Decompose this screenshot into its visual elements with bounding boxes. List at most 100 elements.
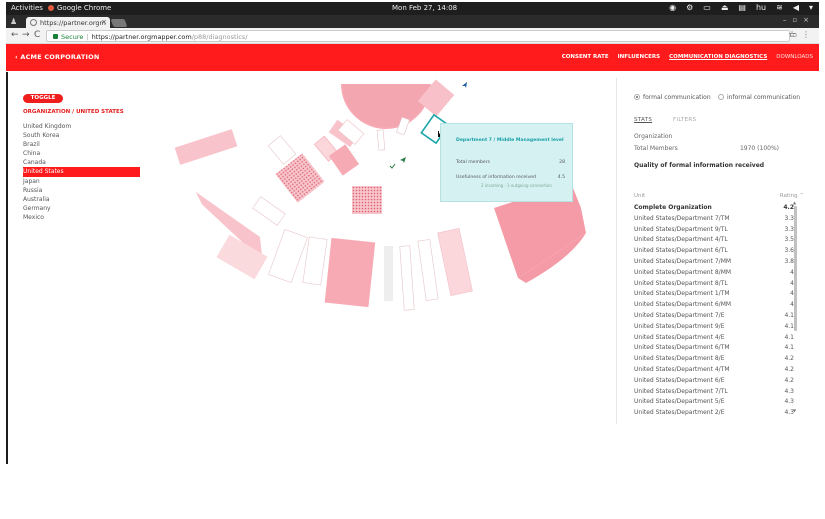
segment[interactable] xyxy=(417,239,439,301)
tab-filters[interactable]: FILTERS xyxy=(673,117,696,123)
left-panel: TOGGLE ORGANIZATION / UNITED STATES Unit… xyxy=(23,84,153,222)
table-row[interactable]: United States/Department 4/TM 4.2 xyxy=(634,365,796,376)
country-item[interactable]: Brazil xyxy=(23,140,153,149)
profile-icon[interactable]: ♟ xyxy=(10,17,17,26)
col-rating[interactable]: Rating ⌃ xyxy=(780,193,804,199)
table-row[interactable]: United States/Department 8/TL 4 xyxy=(634,279,796,290)
tooltip-label: Usefulness of information received xyxy=(456,175,536,180)
table-row[interactable]: United States/Department 8/MM 4 xyxy=(634,268,796,279)
browser-tab[interactable]: https://partner.orgm × xyxy=(26,17,110,28)
activities-button[interactable]: Activities xyxy=(11,4,43,12)
country-item[interactable]: Russia xyxy=(23,186,153,195)
browser-menu-icons[interactable]: ▭⋮ xyxy=(789,30,815,39)
table-row[interactable]: Complete Organization 4.2 xyxy=(634,203,796,214)
table-row[interactable]: United States/Department 4/E 4.1 xyxy=(634,333,796,344)
segment[interactable] xyxy=(352,186,382,214)
unit-cell: United States/Department 6/MM xyxy=(634,301,732,309)
country-item[interactable]: United Kingdom xyxy=(23,122,153,131)
organization-label: Organization xyxy=(634,133,673,140)
url-path: /p88/diagnostics/ xyxy=(191,33,248,41)
browser-toolbar: ← → C Secure | https://partner.orgmapper.c… xyxy=(6,28,819,44)
wifi-icon: ≋ xyxy=(776,3,783,12)
country-item[interactable]: Australia xyxy=(23,195,153,204)
table-row[interactable]: United States/Department 7/TM 3.3 xyxy=(634,214,796,225)
table-row[interactable]: United States/Department 6/MM 4 xyxy=(634,300,796,311)
url-host: https://partner.orgmapper.com xyxy=(91,33,192,41)
radio-formal[interactable]: formal communication xyxy=(634,94,711,101)
window-controls[interactable]: –▫× xyxy=(783,16,815,24)
unit-cell: United States/Department 7/MM xyxy=(634,257,732,265)
table-row[interactable]: United States/Department 8/E 4.2 xyxy=(634,354,796,365)
segment[interactable] xyxy=(252,196,286,226)
nav-communication-diagnostics[interactable]: COMMUNICATION DIAGNOSTICS xyxy=(669,54,767,60)
back-icon[interactable]: ← xyxy=(11,30,19,40)
segment[interactable] xyxy=(324,237,376,308)
new-tab-button[interactable] xyxy=(110,19,128,27)
table-row[interactable]: United States/Department 1/TM 4 xyxy=(634,289,796,300)
rating-cell: 3.6 xyxy=(784,247,794,255)
volume-icon: ◀ xyxy=(792,3,799,12)
tooltip-subtext: 2 incoming · 1 outgoing connection xyxy=(481,183,552,188)
tab-stats[interactable]: STATS xyxy=(634,117,652,123)
country-item[interactable]: Mexico xyxy=(23,213,153,222)
scrollbar-thumb[interactable] xyxy=(794,206,797,331)
address-bar[interactable]: Secure | https://partner.orgmapper.com/p88… xyxy=(46,30,790,42)
table-row[interactable]: United States/Department 9/E 4.1 xyxy=(634,322,796,333)
app-menu[interactable]: Google Chrome xyxy=(48,4,111,12)
segment[interactable] xyxy=(376,129,386,151)
nav-downloads[interactable]: DOWNLOADS xyxy=(776,54,813,60)
table-row[interactable]: United States/Department 5/E 4.3 xyxy=(634,397,796,408)
rating-cell: 4.3 xyxy=(784,398,794,406)
unit-cell: United States/Department 7/TM xyxy=(634,214,730,222)
table-row[interactable]: United States/Department 6/TL 3.6 xyxy=(634,246,796,257)
table-row[interactable]: United States/Department 6/E 4.2 xyxy=(634,376,796,387)
unit-cell: United States/Department 7/E xyxy=(634,311,725,319)
rating-cell: 3.8 xyxy=(784,257,794,265)
table-row[interactable]: United States/Department 9/TL 3.3 xyxy=(634,225,796,236)
system-tray[interactable]: ◉ ⚙ ▭ ⏏ ▤ hu ≋ ◀ ▾ xyxy=(669,3,813,12)
center-node-top[interactable] xyxy=(343,84,429,127)
country-item[interactable]: Canada xyxy=(23,158,153,167)
table-row[interactable]: United States/Department 4/TL 3.5 xyxy=(634,235,796,246)
segment[interactable] xyxy=(437,228,473,296)
country-item[interactable]: South Korea xyxy=(23,131,153,140)
page-edge xyxy=(6,72,8,464)
toggle-button[interactable]: TOGGLE xyxy=(23,94,63,103)
segment[interactable] xyxy=(384,246,393,301)
check-icon xyxy=(389,163,396,169)
country-item[interactable]: China xyxy=(23,149,153,158)
rating-cell: 4.2 xyxy=(784,355,794,363)
nav-influencers[interactable]: INFLUENCERS xyxy=(618,54,661,60)
col-unit[interactable]: Unit xyxy=(634,193,645,199)
table-row[interactable]: United States/Department 2/E 4.3 xyxy=(634,408,796,417)
segment[interactable] xyxy=(399,245,415,311)
segment[interactable] xyxy=(302,236,328,286)
radio-informal[interactable]: informal communication xyxy=(718,94,800,101)
upload-icon: ⏏ xyxy=(720,3,729,12)
nav-consent-rate[interactable]: CONSENT RATE xyxy=(562,54,609,60)
segment[interactable] xyxy=(268,228,308,284)
radio-label: informal communication xyxy=(727,94,801,101)
brand-back-link[interactable]: ‹ ACME CORPORATION xyxy=(15,53,99,61)
scroll-up-icon[interactable]: ▲ xyxy=(793,200,796,205)
table-row[interactable]: United States/Department 7/TL 4.3 xyxy=(634,387,796,398)
organization-heading: ORGANIZATION / UNITED STATES xyxy=(23,109,124,115)
unit-cell: United States/Department 6/TL xyxy=(634,247,728,255)
chrome-icon xyxy=(48,5,54,11)
table-row[interactable]: United States/Department 7/E 4.1 xyxy=(634,311,796,322)
clock[interactable]: Mon Feb 27, 14:08 xyxy=(392,4,457,12)
rating-cell: 4.1 xyxy=(784,333,794,341)
sort-chevron-icon: ⌃ xyxy=(799,193,804,199)
tab-close-icon[interactable]: × xyxy=(101,18,107,26)
table-row[interactable]: United States/Department 6/TM 4.1 xyxy=(634,343,796,354)
country-item-selected[interactable]: United States xyxy=(23,167,140,177)
segment[interactable] xyxy=(267,135,297,165)
table-row[interactable]: United States/Department 7/MM 3.8 xyxy=(634,257,796,268)
keyboard-layout-label: hu xyxy=(755,3,767,12)
country-item[interactable]: Germany xyxy=(23,204,153,213)
reload-icon[interactable]: C xyxy=(34,30,40,40)
country-item[interactable]: Japan xyxy=(23,177,153,186)
scroll-down-icon[interactable]: ▼ xyxy=(793,408,796,413)
forward-icon[interactable]: → xyxy=(22,30,30,40)
segment[interactable] xyxy=(174,129,238,165)
